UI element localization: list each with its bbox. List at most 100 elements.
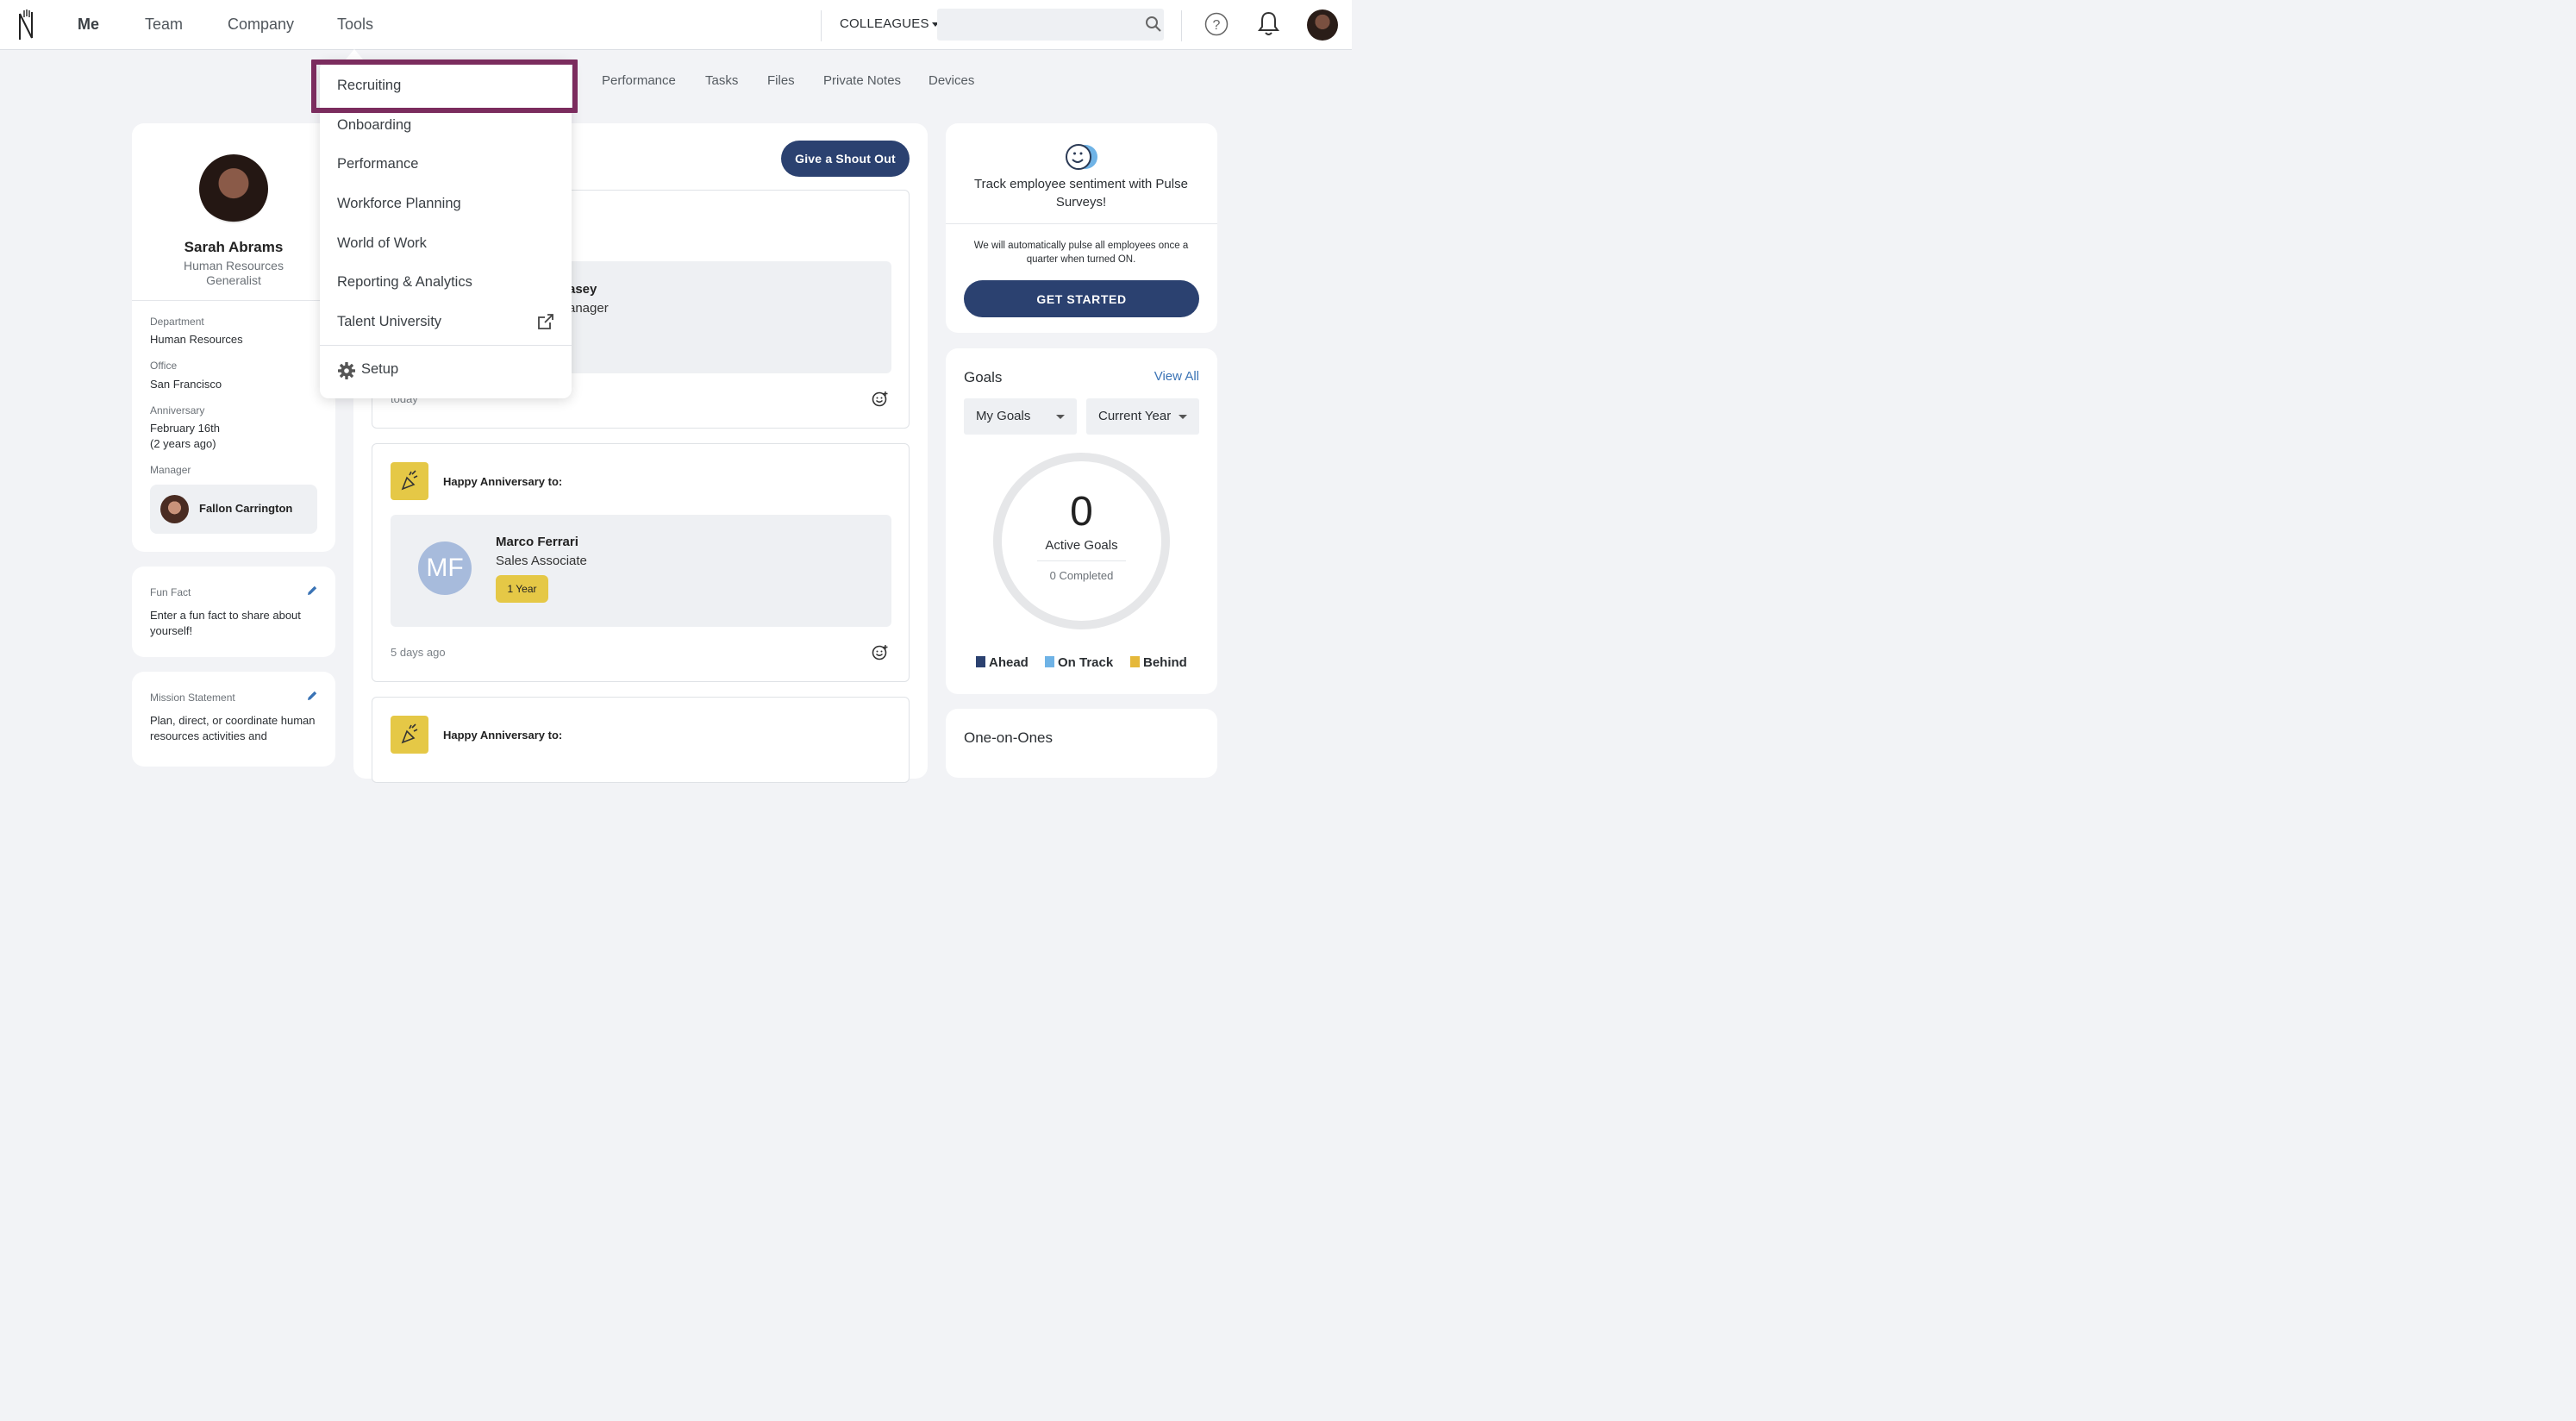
fun-fact-label: Fun Fact bbox=[150, 586, 191, 598]
menu-divider bbox=[320, 345, 572, 346]
menu-item-workforce-planning[interactable]: Workforce Planning bbox=[337, 196, 461, 212]
party-popper-icon bbox=[391, 716, 428, 754]
divider bbox=[1037, 560, 1126, 561]
goal-owner-select[interactable]: My Goals bbox=[964, 398, 1077, 435]
profile-photo bbox=[199, 154, 268, 223]
person-role: Sales Associate bbox=[496, 554, 587, 568]
fun-fact-text: Enter a fun fact to share about yourself… bbox=[150, 609, 301, 637]
profile-job-title: Human Resources Generalist bbox=[184, 259, 284, 287]
menu-item-reporting-analytics[interactable]: Reporting & Analytics bbox=[337, 274, 472, 291]
legend-swatch bbox=[976, 656, 985, 667]
get-started-button[interactable]: GET STARTED bbox=[964, 280, 1199, 317]
profile-name: Sarah Abrams bbox=[184, 239, 284, 255]
feed-item: Happy Anniversary to: MF Marco Ferrari S… bbox=[372, 443, 910, 682]
person-name: asey bbox=[568, 282, 597, 297]
legend-swatch bbox=[1130, 656, 1140, 667]
office-value: San Francisco bbox=[150, 378, 222, 391]
notification-bell-icon[interactable] bbox=[1257, 10, 1280, 36]
party-popper-icon bbox=[391, 462, 428, 500]
subnav-files[interactable]: Files bbox=[767, 73, 795, 88]
legend-behind: Behind bbox=[1130, 655, 1187, 670]
menu-item-world-of-work[interactable]: World of Work bbox=[337, 235, 427, 252]
nav-team[interactable]: Team bbox=[145, 16, 183, 34]
completed-goals-label: 0 Completed bbox=[1049, 569, 1114, 582]
legend-label: Behind bbox=[1143, 655, 1187, 670]
view-all-link[interactable]: View All bbox=[1154, 369, 1199, 384]
manager-avatar bbox=[160, 495, 189, 523]
person-name[interactable]: Marco Ferrari bbox=[496, 535, 578, 549]
one-on-ones-card: One-on-Ones bbox=[946, 709, 1217, 778]
anniversary-years: (2 years ago) bbox=[150, 437, 216, 450]
person-role: anager bbox=[568, 301, 609, 316]
menu-item-onboarding[interactable]: Onboarding bbox=[337, 117, 411, 134]
colleagues-dropdown[interactable]: COLLEAGUES bbox=[840, 16, 939, 31]
subnav-tasks[interactable]: Tasks bbox=[705, 73, 738, 88]
gear-icon[interactable] bbox=[337, 361, 356, 380]
feed-person-box: MF Marco Ferrari Sales Associate 1 Year bbox=[391, 515, 891, 627]
divider bbox=[132, 300, 335, 301]
active-goals-count: 0 bbox=[1070, 489, 1093, 535]
goal-owner-value: My Goals bbox=[976, 409, 1031, 423]
anniversary-badge: 1 Year bbox=[496, 575, 548, 603]
edit-pencil-icon[interactable] bbox=[306, 690, 318, 702]
anniversary-label: Anniversary bbox=[150, 404, 205, 416]
goal-period-value: Current Year bbox=[1098, 409, 1172, 423]
give-shout-out-button[interactable]: Give a Shout Out bbox=[781, 141, 910, 177]
user-avatar[interactable] bbox=[1307, 9, 1338, 41]
office-label: Office bbox=[150, 360, 178, 372]
goal-period-select[interactable]: Current Year bbox=[1086, 398, 1199, 435]
feed-item: Happy Anniversary to: bbox=[372, 697, 910, 783]
person-initials-avatar[interactable]: MF bbox=[418, 541, 472, 595]
department-value: Human Resources bbox=[150, 333, 243, 346]
fun-fact-card: Fun Fact Enter a fun fact to share about… bbox=[132, 567, 335, 657]
mission-statement-card: Mission Statement Plan, direct, or coord… bbox=[132, 672, 335, 767]
legend-label: On Track bbox=[1058, 655, 1114, 670]
manager-card[interactable]: Fallon Carrington bbox=[150, 485, 317, 534]
pulse-headline: Track employee sentiment with Pulse Surv… bbox=[974, 177, 1188, 210]
legend-ahead: Ahead bbox=[976, 655, 1029, 670]
department-label: Department bbox=[150, 316, 204, 328]
recruiting-highlight-box bbox=[311, 59, 578, 113]
menu-item-talent-university[interactable]: Talent University bbox=[337, 314, 441, 330]
feed-title: Happy Anniversary to: bbox=[443, 475, 563, 488]
legend-swatch bbox=[1045, 656, 1054, 667]
top-navigation: Me Team Company Tools COLLEAGUES ? bbox=[0, 0, 1352, 50]
mission-label: Mission Statement bbox=[150, 692, 235, 704]
legend-on-track: On Track bbox=[1045, 655, 1113, 670]
subnav-performance[interactable]: Performance bbox=[602, 73, 676, 88]
profile-card: Sarah Abrams Human Resources Generalist … bbox=[132, 123, 335, 552]
nav-tools[interactable]: Tools bbox=[337, 16, 373, 34]
menu-item-setup[interactable]: Setup bbox=[361, 361, 398, 378]
colleagues-label: COLLEAGUES bbox=[840, 16, 929, 31]
nav-divider bbox=[821, 10, 822, 41]
menu-item-performance[interactable]: Performance bbox=[337, 156, 418, 172]
mission-text: Plan, direct, or coordinate human resour… bbox=[150, 714, 316, 742]
manager-name: Fallon Carrington bbox=[199, 502, 293, 515]
nav-divider bbox=[1181, 10, 1182, 41]
one-on-ones-title: One-on-Ones bbox=[964, 729, 1053, 746]
divider bbox=[946, 223, 1217, 224]
feed-time: 5 days ago bbox=[391, 646, 446, 659]
svg-text:?: ? bbox=[1213, 18, 1221, 33]
edit-pencil-icon[interactable] bbox=[306, 585, 318, 597]
nav-me[interactable]: Me bbox=[78, 16, 99, 34]
feed-title: Happy Anniversary to: bbox=[443, 729, 563, 742]
active-goals-label: Active Goals bbox=[1045, 538, 1118, 553]
search-input[interactable] bbox=[937, 9, 1164, 41]
anniversary-date: February 16th bbox=[150, 422, 220, 435]
company-logo-icon[interactable] bbox=[17, 9, 36, 41]
caret-down-icon bbox=[1056, 415, 1065, 419]
search-icon[interactable] bbox=[1145, 16, 1162, 33]
goals-card: Goals View All My Goals Current Year 0 A… bbox=[946, 348, 1217, 694]
pulse-description: We will automatically pulse all employee… bbox=[973, 241, 1189, 265]
subnav-private-notes[interactable]: Private Notes bbox=[823, 73, 901, 88]
external-link-icon[interactable] bbox=[537, 313, 554, 330]
legend-label: Ahead bbox=[989, 655, 1029, 670]
nav-company[interactable]: Company bbox=[228, 16, 294, 34]
goals-title: Goals bbox=[964, 369, 1003, 385]
manager-label: Manager bbox=[150, 464, 191, 476]
help-icon[interactable]: ? bbox=[1204, 12, 1229, 36]
add-reaction-icon[interactable] bbox=[872, 644, 889, 661]
add-reaction-icon[interactable] bbox=[872, 391, 889, 408]
subnav-devices[interactable]: Devices bbox=[928, 73, 974, 88]
